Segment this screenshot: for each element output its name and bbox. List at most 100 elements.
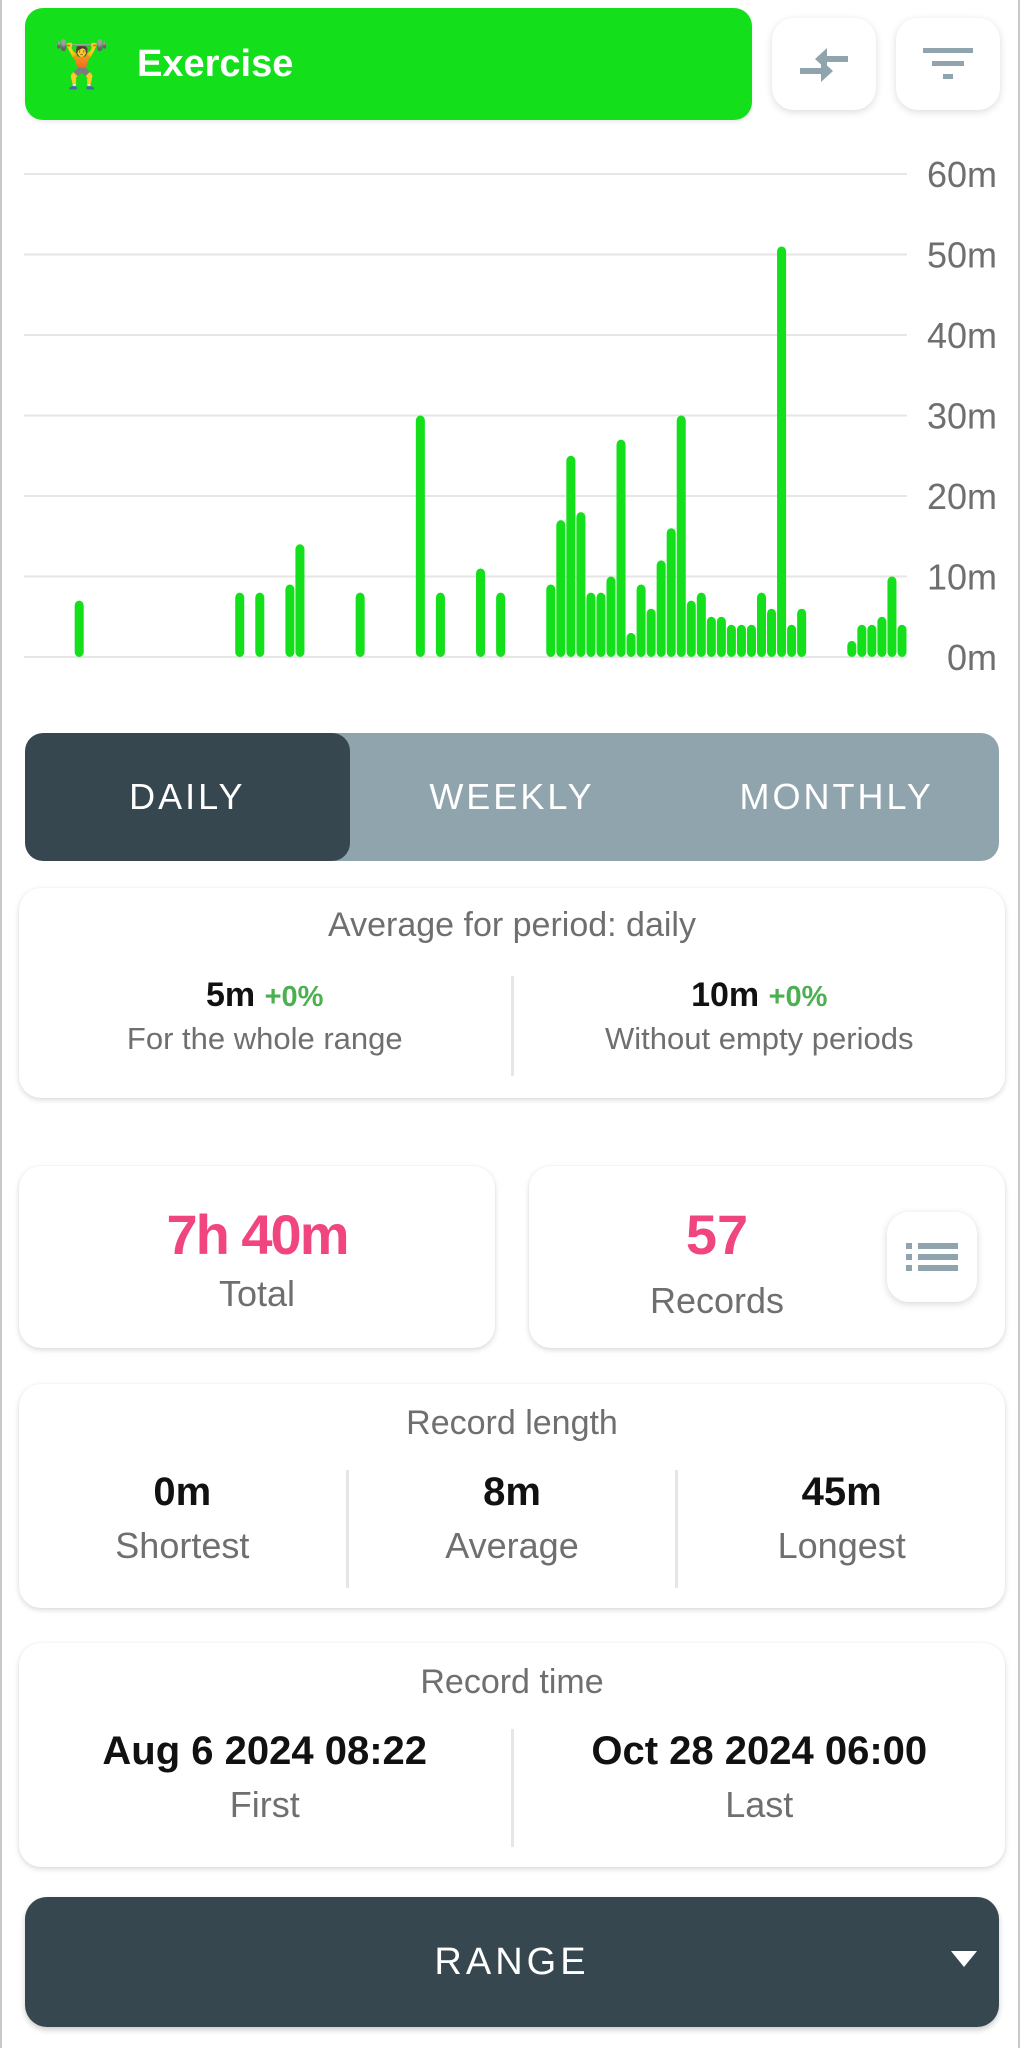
chart-bar[interactable] bbox=[887, 576, 897, 658]
average-length-label: Average bbox=[445, 1525, 579, 1566]
chart-bar[interactable] bbox=[706, 616, 716, 657]
y-tick-label: 0m bbox=[947, 637, 997, 678]
average-without-empty-delta: +0% bbox=[768, 981, 828, 1013]
record-length-average: 8m Average bbox=[349, 1470, 676, 1588]
chart-bar[interactable] bbox=[566, 455, 576, 657]
y-tick-label: 60m bbox=[927, 154, 997, 195]
chart-bar[interactable] bbox=[355, 592, 365, 657]
longest-value: 45m bbox=[801, 1470, 882, 1514]
y-tick-label: 30m bbox=[927, 396, 997, 437]
chart-bar[interactable] bbox=[797, 608, 807, 657]
y-tick-label: 10m bbox=[927, 557, 997, 598]
average-whole-value: 5m bbox=[206, 976, 256, 1014]
range-dropdown-button[interactable]: RANGE bbox=[25, 1897, 999, 2027]
chart-bar[interactable] bbox=[476, 568, 486, 657]
first-record-value: Aug 6 2024 08:22 bbox=[102, 1729, 428, 1773]
last-record-value: Oct 28 2024 06:00 bbox=[591, 1729, 928, 1773]
total-value: 7h 40m bbox=[166, 1203, 350, 1266]
chart-bar[interactable] bbox=[686, 600, 696, 657]
records-card: 57 Records bbox=[529, 1166, 1005, 1348]
total-card: 7h 40m Total bbox=[19, 1166, 495, 1348]
total-label: Total bbox=[218, 1273, 296, 1314]
range-label: RANGE bbox=[434, 1940, 590, 1983]
tab-monthly[interactable]: MONTHLY bbox=[674, 733, 999, 861]
chart-bar[interactable] bbox=[867, 624, 877, 657]
compare-button[interactable] bbox=[772, 18, 876, 110]
chart-bar[interactable] bbox=[857, 624, 867, 657]
chart-bar[interactable] bbox=[897, 624, 907, 657]
chart-bar[interactable] bbox=[556, 520, 566, 657]
chart-bar[interactable] bbox=[746, 624, 756, 657]
average-without-empty-value: 10m bbox=[691, 976, 760, 1014]
chart-bar[interactable] bbox=[586, 592, 596, 657]
compare-arrows-icon bbox=[800, 48, 848, 82]
period-selector: DAILY WEEKLY MONTHLY bbox=[25, 733, 999, 861]
chart-bar[interactable] bbox=[546, 584, 556, 657]
longest-label: Longest bbox=[777, 1525, 906, 1566]
average-without-empty-label: Without empty periods bbox=[605, 1021, 914, 1056]
tab-daily[interactable]: DAILY bbox=[25, 733, 350, 861]
chart-bar[interactable] bbox=[877, 616, 887, 657]
y-tick-label: 40m bbox=[927, 315, 997, 356]
record-length-longest: 45m Longest bbox=[678, 1470, 1005, 1588]
daily-duration-chart[interactable]: 0m 10m 20m 30m 40m 50m 60m bbox=[2, 140, 1020, 710]
chart-bar[interactable] bbox=[777, 246, 787, 657]
record-length-shortest: 0m Shortest bbox=[19, 1470, 346, 1588]
chart-bar[interactable] bbox=[415, 415, 425, 658]
chart-bar[interactable] bbox=[736, 624, 746, 657]
dropdown-arrow-icon bbox=[951, 1951, 977, 1967]
chart-bar[interactable] bbox=[767, 608, 777, 657]
last-record-label: Last bbox=[725, 1784, 794, 1825]
average-title: Average for period: daily bbox=[328, 906, 696, 944]
y-tick-label: 50m bbox=[927, 235, 997, 276]
chart-bar[interactable] bbox=[295, 544, 305, 657]
chart-bar[interactable] bbox=[74, 600, 84, 657]
chart-bar[interactable] bbox=[756, 592, 767, 657]
average-whole-range: 5m +0% For the whole range bbox=[19, 976, 511, 1076]
chart-bar[interactable] bbox=[636, 584, 646, 657]
chart-bar[interactable] bbox=[255, 592, 265, 657]
average-whole-delta: +0% bbox=[264, 981, 324, 1013]
chart-bar[interactable] bbox=[496, 592, 506, 657]
record-time-last: Oct 28 2024 06:00 Last bbox=[514, 1729, 1006, 1847]
bar-chart: 0m 10m 20m 30m 40m 50m 60m bbox=[24, 154, 997, 678]
filter-icon bbox=[923, 48, 973, 79]
category-header[interactable]: 🏋️ Exercise bbox=[25, 8, 752, 120]
chart-bar[interactable] bbox=[847, 640, 857, 657]
record-time-title: Record time bbox=[420, 1663, 604, 1701]
records-list-button[interactable] bbox=[887, 1212, 977, 1302]
chart-bar[interactable] bbox=[435, 592, 445, 657]
category-title: Exercise bbox=[137, 42, 294, 85]
chart-bar[interactable] bbox=[676, 415, 686, 658]
average-without-empty: 10m +0% Without empty periods bbox=[514, 976, 1006, 1076]
weightlifter-icon: 🏋️ bbox=[53, 37, 111, 91]
average-card: Average for period: daily 5m +0% For the… bbox=[19, 888, 1005, 1098]
chart-bar[interactable] bbox=[626, 632, 636, 657]
chart-bar[interactable] bbox=[596, 592, 606, 657]
chart-bar[interactable] bbox=[606, 576, 616, 658]
filter-button[interactable] bbox=[896, 18, 1000, 110]
average-length-value: 8m bbox=[483, 1470, 541, 1514]
record-length-card: Record length 0m Shortest 8m Average 45m… bbox=[19, 1384, 1005, 1608]
chart-bar[interactable] bbox=[616, 439, 626, 657]
shortest-label: Shortest bbox=[115, 1525, 250, 1566]
chart-bar[interactable] bbox=[235, 592, 245, 657]
chart-bar[interactable] bbox=[656, 560, 666, 657]
shortest-value: 0m bbox=[153, 1470, 212, 1514]
chart-bar[interactable] bbox=[646, 608, 656, 657]
chart-bar[interactable] bbox=[696, 592, 706, 657]
records-value: 57 bbox=[685, 1203, 749, 1266]
record-time-card: Record time Aug 6 2024 08:22 First Oct 2… bbox=[19, 1643, 1005, 1867]
chart-bar[interactable] bbox=[666, 528, 676, 657]
list-icon bbox=[906, 1243, 958, 1271]
y-tick-label: 20m bbox=[927, 476, 997, 517]
chart-bar[interactable] bbox=[716, 616, 726, 657]
chart-bar[interactable] bbox=[726, 624, 736, 657]
record-length-title: Record length bbox=[406, 1404, 618, 1442]
chart-bar[interactable] bbox=[787, 624, 797, 657]
chart-bar[interactable] bbox=[576, 512, 586, 657]
tab-weekly[interactable]: WEEKLY bbox=[350, 733, 675, 861]
chart-bar[interactable] bbox=[285, 584, 295, 657]
records-label: Records bbox=[649, 1280, 785, 1321]
average-whole-label: For the whole range bbox=[126, 1021, 403, 1056]
